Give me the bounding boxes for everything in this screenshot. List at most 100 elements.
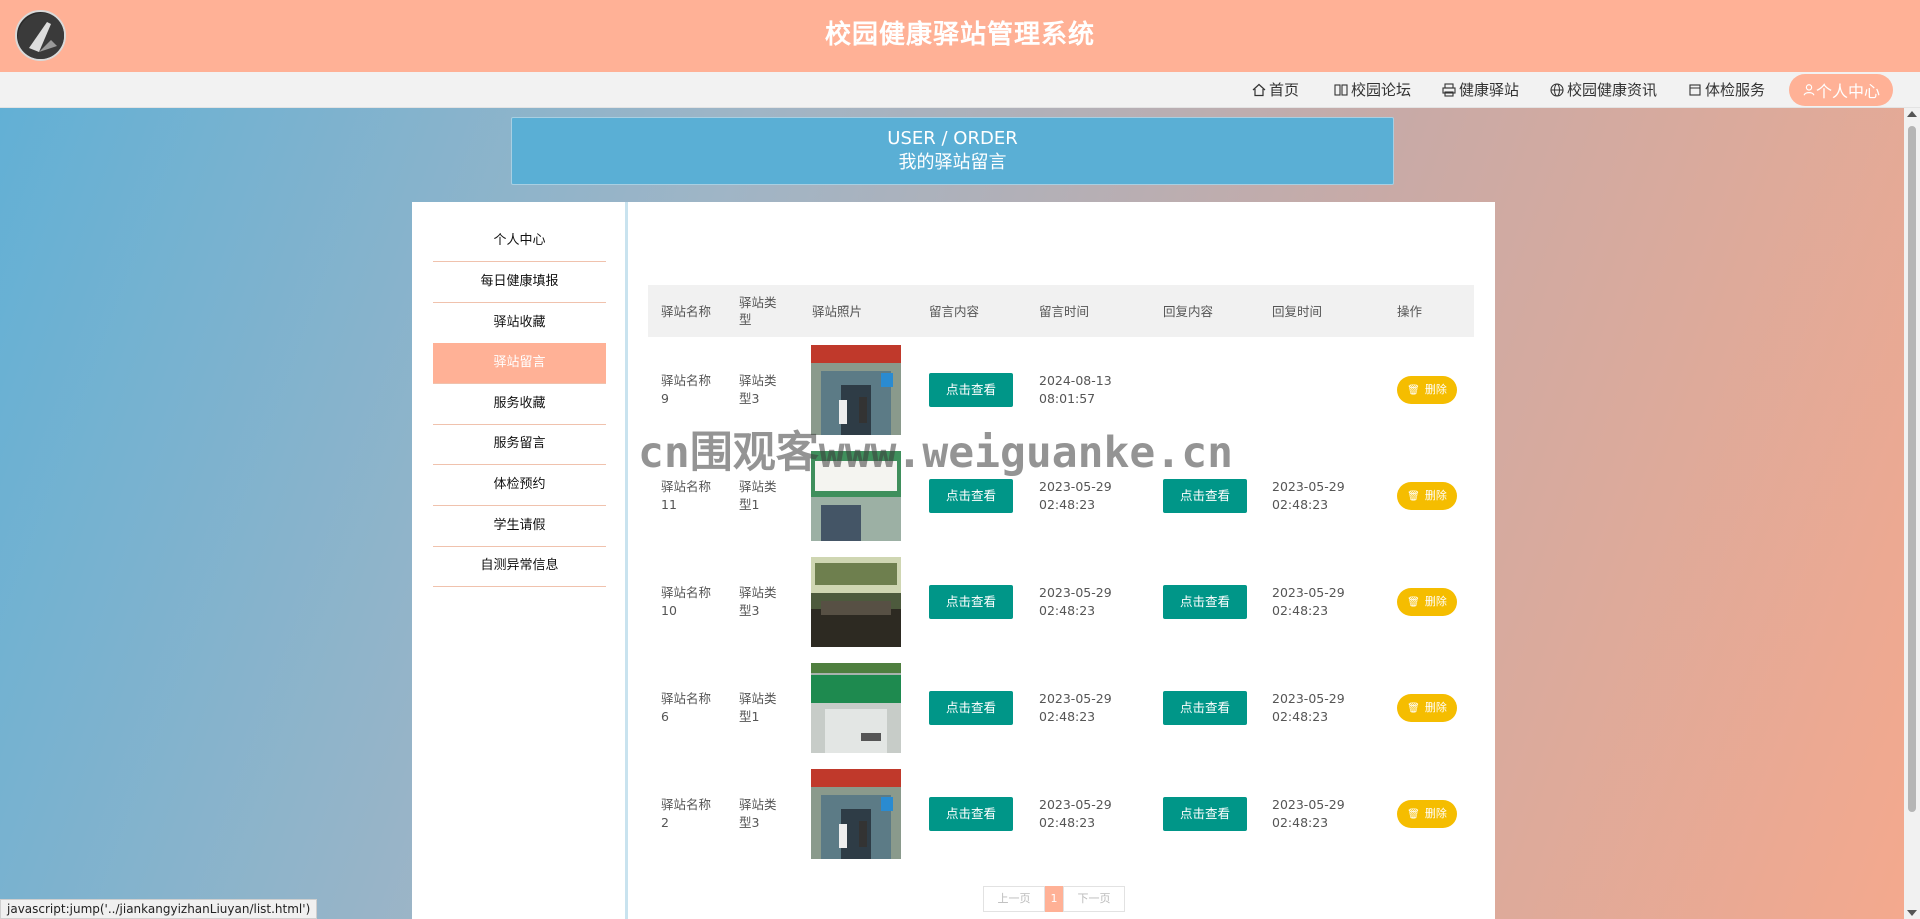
column-divider — [625, 202, 628, 919]
scroll-down-arrow-icon[interactable] — [1907, 910, 1917, 916]
nav-item-label: 个人中心 — [1815, 82, 1880, 101]
view-message-button[interactable]: 点击查看 — [929, 691, 1013, 725]
sidebar-item-service-favorites[interactable]: 服务收藏 — [433, 384, 606, 425]
page-header-en: USER / ORDER — [887, 128, 1018, 149]
sidebar-item-station-messages[interactable]: 驿站留言 — [433, 343, 606, 384]
message-time-cell: 2023-05-29 02:48:23 — [1039, 797, 1112, 830]
station-name-cell: 驿站名称11 — [661, 479, 712, 512]
station-name-cell: 驿站名称10 — [661, 585, 712, 618]
sidebar-item-service-messages[interactable]: 服务留言 — [433, 424, 606, 465]
nav-item-label: 体检服务 — [1705, 81, 1766, 99]
table-header: 驿站名称 驿站类型 驿站照片 留言内容 留言时间 回复内容 回复时间 操作 — [648, 285, 1474, 337]
column-header: 驿站名称 — [661, 303, 712, 319]
view-reply-button[interactable]: 点击查看 — [1163, 691, 1247, 725]
station-name-cell: 驿站名称9 — [661, 373, 712, 406]
nav-item-label: 健康驿站 — [1459, 81, 1520, 99]
sidebar-item-abnormal-info[interactable]: 自测异常信息 — [433, 546, 606, 587]
trash-icon: 🗑 — [1407, 703, 1420, 714]
view-reply-button[interactable]: 点击查看 — [1163, 479, 1247, 513]
reply-time-cell: 2023-05-29 02:48:23 — [1272, 797, 1345, 830]
station-type-cell: 驿站类型3 — [739, 373, 777, 406]
delete-label: 删除 — [1424, 595, 1447, 608]
page-title: 我的驿站留言 — [898, 152, 1007, 173]
printer-icon — [1442, 83, 1456, 97]
station-name-cell: 驿站名称2 — [661, 797, 712, 830]
station-type-cell: 驿站类型1 — [739, 691, 777, 724]
trash-icon: 🗑 — [1407, 809, 1420, 820]
user-icon — [1803, 84, 1815, 96]
sidebar-item-station-favorites[interactable]: 驿站收藏 — [433, 303, 606, 344]
column-header: 回复时间 — [1272, 303, 1323, 319]
view-message-button[interactable]: 点击查看 — [929, 585, 1013, 619]
sidebar: 个人中心 每日健康填报 驿站收藏 驿站留言 服务收藏 服务留言 体检预约 学生请… — [412, 202, 625, 919]
nav-item-station[interactable]: 健康驿站 — [1441, 72, 1519, 108]
reply-time-cell: 2023-05-29 02:48:23 — [1272, 691, 1345, 724]
page-scrollbar[interactable] — [1904, 108, 1920, 919]
table-row: 驿站名称10 驿站类型3 点击查看 2023-05-29 02:48:23 点击查看 20… — [648, 549, 1474, 655]
delete-button[interactable]: 🗑 删除 — [1397, 376, 1457, 404]
nav-item-checkup[interactable]: 体检服务 — [1687, 72, 1765, 108]
station-name-cell: 驿站名称6 — [661, 691, 712, 724]
message-time-cell: 2023-05-29 02:48:23 — [1039, 479, 1112, 512]
column-header: 回复内容 — [1163, 303, 1214, 319]
sidebar-item-checkup-booking[interactable]: 体检预约 — [433, 465, 606, 506]
reply-time-cell: 2023-05-29 02:48:23 — [1272, 479, 1345, 512]
sidebar-item-personal-center[interactable]: 个人中心 — [433, 221, 606, 262]
column-header: 驿站照片 — [812, 303, 863, 319]
delete-label: 删除 — [1424, 701, 1447, 714]
trash-icon: 🗑 — [1407, 385, 1420, 396]
page-header: USER / ORDER 我的驿站留言 — [511, 117, 1394, 185]
station-photo — [811, 557, 901, 647]
trash-icon: 🗑 — [1407, 491, 1420, 502]
watermark: cn围观客www.weiguanke.cn — [638, 428, 1233, 478]
sidebar-item-student-leave[interactable]: 学生请假 — [433, 506, 606, 547]
station-type-cell: 驿站类型3 — [739, 585, 777, 618]
nav-item-label: 校园论坛 — [1351, 81, 1412, 99]
scrollbar-thumb[interactable] — [1908, 126, 1916, 812]
view-reply-button[interactable]: 点击查看 — [1163, 797, 1247, 831]
calendar-icon — [1689, 84, 1701, 96]
globe-icon — [1550, 83, 1564, 97]
column-header: 驿站类型 — [739, 295, 777, 327]
delete-label: 删除 — [1424, 383, 1447, 396]
message-time-cell: 2023-05-29 02:48:23 — [1039, 585, 1112, 618]
delete-button[interactable]: 🗑 删除 — [1397, 694, 1457, 722]
column-header: 操作 — [1397, 303, 1423, 319]
nav-item-home[interactable]: 首页 — [1251, 72, 1299, 108]
delete-label: 删除 — [1424, 807, 1447, 820]
nav-item-label: 校园健康资讯 — [1567, 81, 1658, 99]
view-message-button[interactable]: 点击查看 — [929, 797, 1013, 831]
pagination: 上一页 1 下一页 — [983, 886, 1125, 912]
prev-page-button[interactable]: 上一页 — [983, 886, 1045, 912]
delete-button[interactable]: 🗑 删除 — [1397, 800, 1457, 828]
scroll-up-arrow-icon[interactable] — [1907, 111, 1917, 117]
home-icon — [1252, 83, 1266, 97]
delete-button[interactable]: 🗑 删除 — [1397, 482, 1457, 510]
column-header: 留言内容 — [929, 303, 980, 319]
station-photo — [811, 769, 901, 859]
reply-time-cell: 2023-05-29 02:48:23 — [1272, 585, 1345, 618]
column-header: 留言时间 — [1039, 303, 1090, 319]
site-title: 校园健康驿站管理系统 — [824, 20, 1095, 50]
delete-button[interactable]: 🗑 删除 — [1397, 588, 1457, 616]
station-type-cell: 驿站类型3 — [739, 797, 777, 830]
top-bar: 校园健康驿站管理系统 — [0, 0, 1920, 72]
message-time-cell: 2024-08-13 08:01:57 — [1039, 373, 1112, 406]
book-icon — [1334, 84, 1348, 96]
browser-status-bar: javascript:jump('../jiankangyizhanLiuyan… — [0, 899, 318, 919]
table-row: 驿站名称6 驿站类型1 点击查看 2023-05-29 02:48:23 点击查看 202… — [648, 655, 1474, 761]
station-type-cell: 驿站类型1 — [739, 479, 777, 512]
sidebar-item-health-report[interactable]: 每日健康填报 — [433, 262, 606, 303]
view-reply-button[interactable]: 点击查看 — [1163, 585, 1247, 619]
nav-item-label: 首页 — [1269, 81, 1300, 99]
page-number-button[interactable]: 1 — [1045, 886, 1063, 912]
station-photo — [811, 663, 901, 753]
nav-item-user-center[interactable]: 个人中心 — [1789, 74, 1893, 106]
nav-item-forum[interactable]: 校园论坛 — [1333, 72, 1411, 108]
table-row: 驿站名称2 驿站类型3 点击查看 2023-05-29 02:48:23 点击查看 202… — [648, 761, 1474, 867]
next-page-button[interactable]: 下一页 — [1063, 886, 1125, 912]
nav-bar: 首页 校园论坛 健康驿站 校园健康资讯 体检服务 个人中心 — [0, 72, 1920, 108]
nav-item-news[interactable]: 校园健康资讯 — [1549, 72, 1657, 108]
view-message-button[interactable]: 点击查看 — [929, 373, 1013, 407]
view-message-button[interactable]: 点击查看 — [929, 479, 1013, 513]
